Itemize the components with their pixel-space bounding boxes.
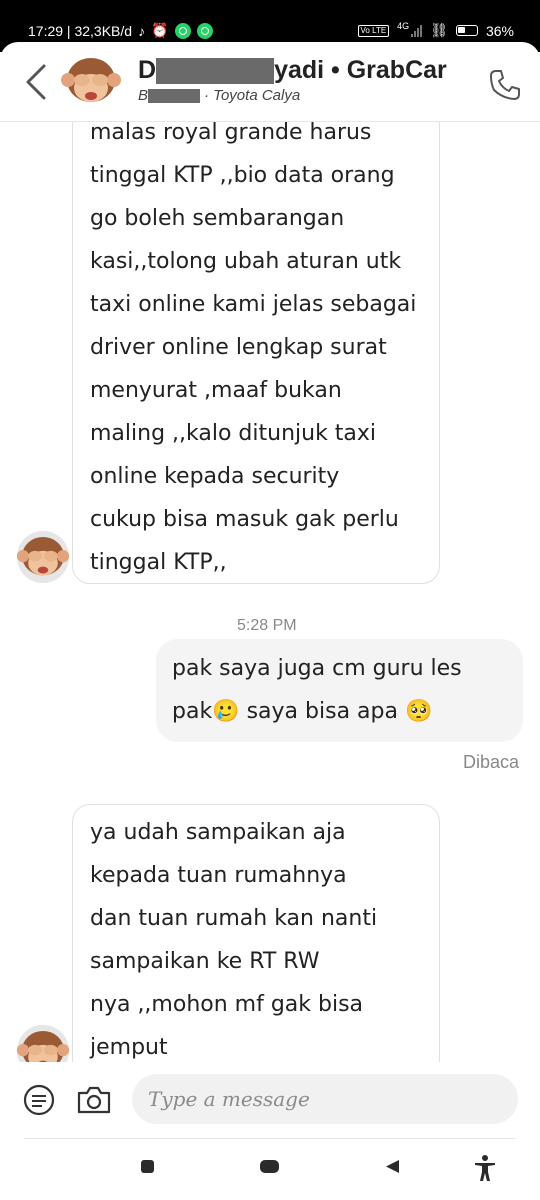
signal-icon bbox=[411, 24, 423, 37]
sender-avatar bbox=[16, 1024, 70, 1062]
message-line: taxi online kami jelas sebagai bbox=[90, 292, 417, 317]
incoming-message: malas royal grande harus tinggal KTP ,,b… bbox=[72, 122, 440, 584]
divider bbox=[24, 1138, 516, 1139]
contact-info[interactable]: D yadi • GrabCar B · Toyota Calya bbox=[138, 56, 447, 104]
message-text: saya bisa apa bbox=[239, 699, 405, 724]
contact-avatar[interactable] bbox=[60, 50, 122, 112]
volte-icon: Vo LTE bbox=[357, 24, 390, 37]
message-line: sampaikan ke RT RW bbox=[90, 949, 320, 974]
battery-level: 36% bbox=[485, 22, 514, 39]
message-line: malas royal grande harus bbox=[90, 122, 372, 145]
message-line: kasi,,tolong ubah aturan utk bbox=[90, 249, 402, 274]
camera-icon[interactable] bbox=[76, 1085, 112, 1115]
quick-reply-icon[interactable] bbox=[22, 1083, 56, 1117]
chat-area[interactable]: malas royal grande harus tinggal KTP ,,b… bbox=[0, 122, 540, 1062]
chat-header: D yadi • GrabCar B · Toyota Calya bbox=[0, 42, 540, 122]
message-input[interactable] bbox=[132, 1074, 518, 1124]
accessibility-icon[interactable] bbox=[473, 1154, 497, 1182]
message-line: menyurat ,maaf bukan bbox=[90, 378, 342, 403]
message-timestamp: 5:28 PM bbox=[237, 617, 297, 634]
message-line: nya ,,mohon mf gak bisa bbox=[90, 992, 364, 1017]
recents-button[interactable] bbox=[141, 1160, 154, 1173]
message-line: online kepada security bbox=[90, 464, 340, 489]
read-receipt: Dibaca bbox=[463, 752, 520, 772]
status-time-speed: 17:29 | 32,3KB/d bbox=[28, 22, 133, 39]
home-button[interactable] bbox=[260, 1160, 279, 1173]
message-line: pak🥲 saya bisa apa 🥺 bbox=[172, 690, 523, 733]
message-line: go boleh sembarangan bbox=[90, 206, 345, 231]
pleading-face-emoji: 🥺 bbox=[404, 699, 433, 724]
message-line: pak saya juga cm guru les bbox=[172, 656, 462, 681]
toggle-icon bbox=[455, 25, 478, 36]
music-note-icon: ♪ bbox=[138, 22, 146, 39]
status-right: Vo LTE 4G ⛓ 36% bbox=[357, 20, 514, 39]
redacted-block bbox=[156, 57, 275, 84]
back-arrow-icon[interactable] bbox=[20, 62, 52, 102]
contact-name: D yadi • GrabCar bbox=[138, 56, 447, 85]
message-line: jemput bbox=[90, 1035, 168, 1060]
message-text: pak bbox=[172, 699, 213, 724]
phone-icon[interactable] bbox=[488, 68, 522, 102]
message-line: dan tuan rumah kan nanti bbox=[90, 906, 378, 931]
message-line: tinggal KTP ,,bio data orang bbox=[90, 163, 395, 188]
network-type: 4G bbox=[397, 20, 410, 31]
vehicle-info: B · Toyota Calya bbox=[138, 87, 447, 104]
message-line: cukup bisa masuk gak perlu bbox=[90, 507, 399, 532]
sender-avatar bbox=[16, 530, 70, 584]
smiling-tear-emoji: 🥲 bbox=[212, 699, 240, 724]
message-line: ya udah sampaikan aja bbox=[90, 820, 346, 845]
message-line: tinggal KTP,, bbox=[90, 550, 227, 575]
whatsapp-icon bbox=[196, 22, 213, 39]
vehicle-info-end: · Toyota Calya bbox=[204, 87, 301, 104]
message-line: maling ,,kalo ditunjuk taxi bbox=[90, 421, 377, 446]
link-icon: ⛓ bbox=[430, 22, 448, 38]
status-left: 17:29 | 32,3KB/d ♪ ⏰ bbox=[28, 22, 213, 39]
outgoing-message: pak saya juga cm guru les pak🥲 saya bisa… bbox=[156, 639, 523, 742]
navigation-bar bbox=[0, 1138, 540, 1200]
alarm-icon: ⏰ bbox=[151, 22, 169, 38]
contact-name-start: D bbox=[138, 56, 157, 84]
whatsapp-icon bbox=[174, 22, 191, 39]
message-line: driver online lengkap surat bbox=[90, 335, 387, 360]
message-line: kepada tuan rumahnya bbox=[90, 863, 347, 888]
vehicle-info-start: B bbox=[138, 87, 149, 104]
redacted-block bbox=[148, 88, 201, 103]
composer-bar bbox=[0, 1062, 540, 1138]
back-button[interactable] bbox=[386, 1160, 399, 1173]
contact-name-end: yadi • GrabCar bbox=[274, 56, 447, 84]
incoming-message: ya udah sampaikan aja kepada tuan rumahn… bbox=[72, 804, 440, 1062]
